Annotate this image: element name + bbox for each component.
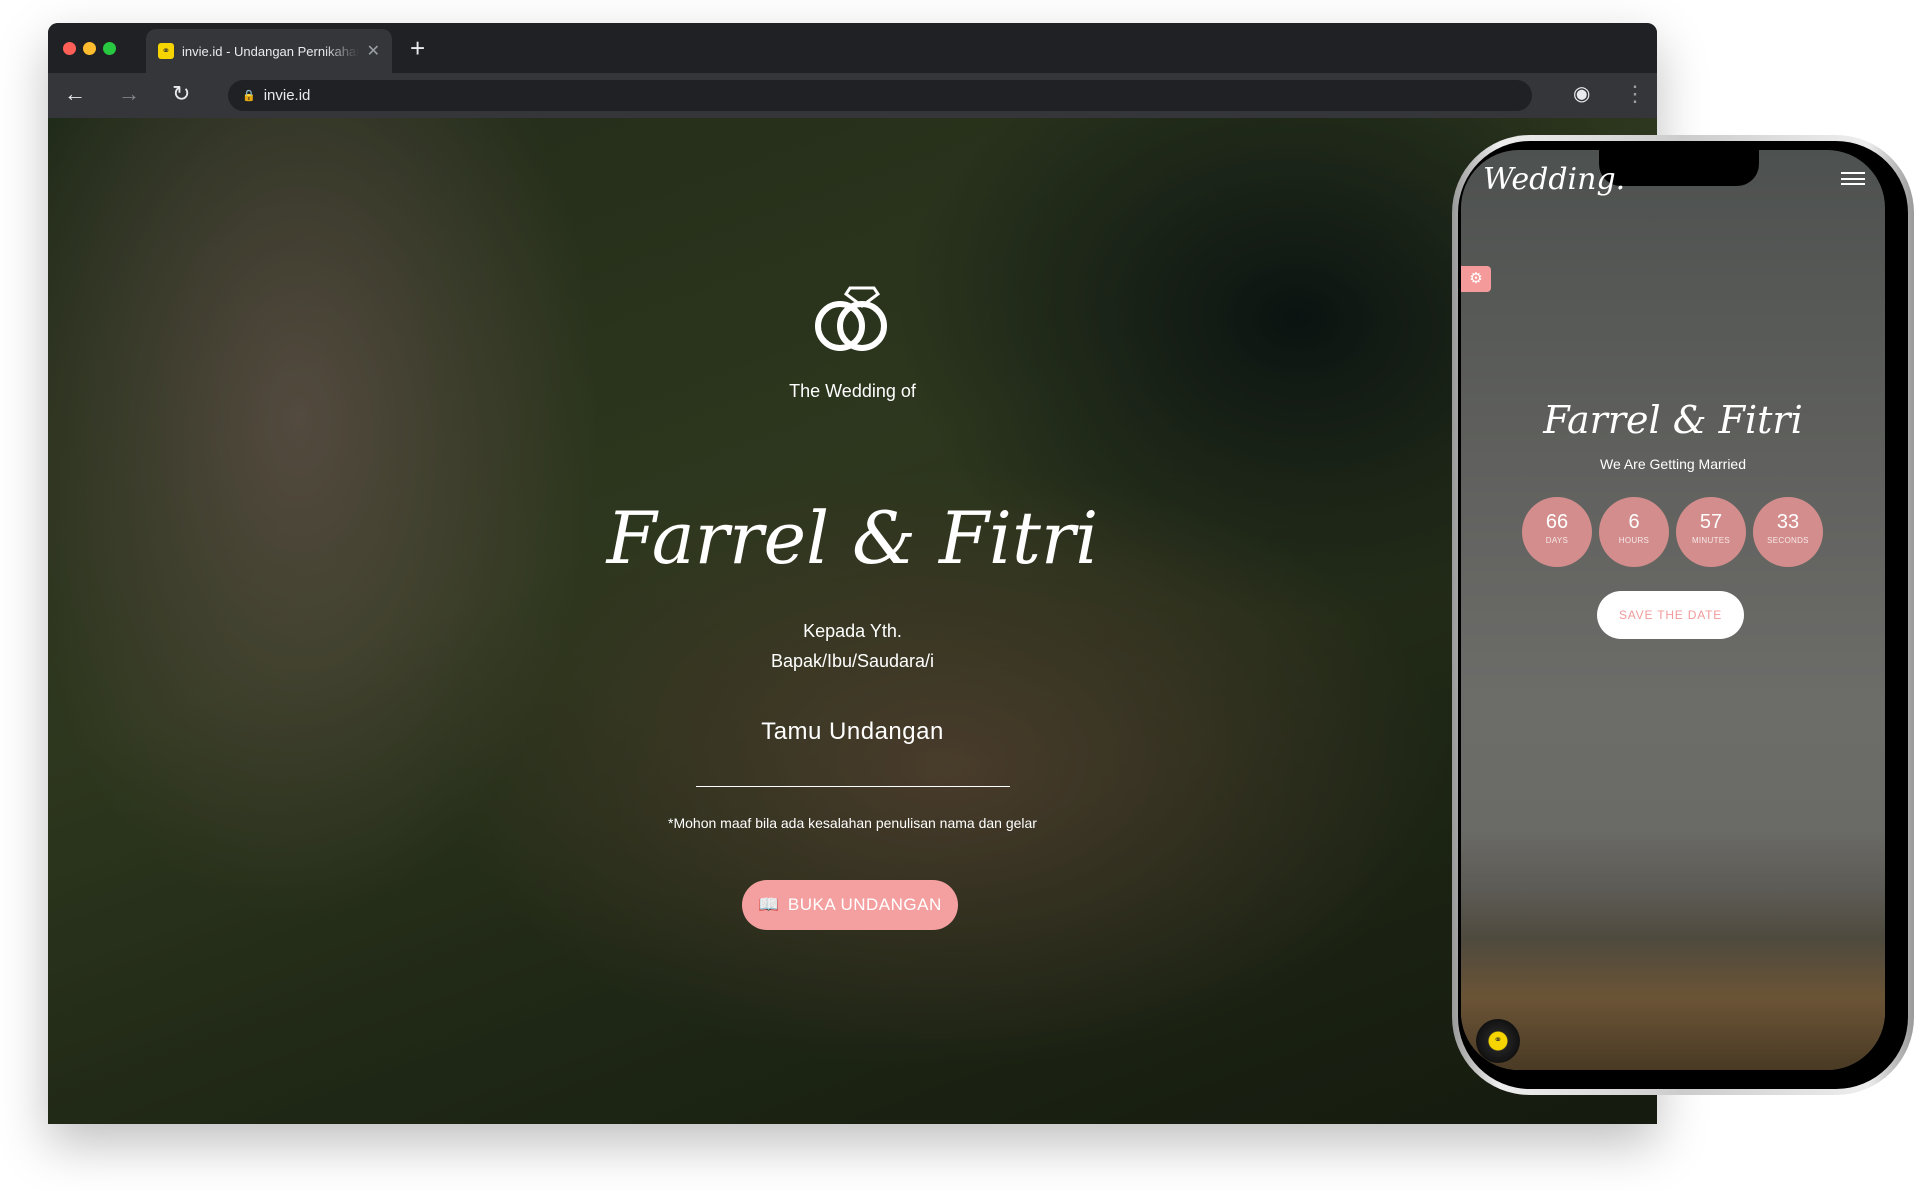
browser-tab[interactable]: ⚭ invie.id - Undangan Pernikahan ✕: [146, 29, 392, 73]
menu-icon[interactable]: ⋮: [1624, 81, 1646, 107]
minimize-window-button[interactable]: [83, 42, 96, 55]
reload-icon[interactable]: ↻: [172, 81, 190, 107]
couple-photo: [1461, 830, 1885, 1070]
hamburger-menu-icon[interactable]: [1841, 172, 1865, 185]
countdown-minutes: 57 MINUTES: [1676, 497, 1746, 567]
open-invitation-button[interactable]: 📖 BUKA UNDANGAN: [742, 880, 958, 930]
countdown-days: 66 DAYS: [1522, 497, 1592, 567]
music-disc-button[interactable]: ⚭: [1476, 1019, 1520, 1063]
back-icon[interactable]: ←: [64, 81, 86, 107]
countdown-hours: 6 HOURS: [1599, 497, 1669, 567]
guest-name-underline: [696, 786, 1010, 787]
mobile-tagline: We Are Getting Married: [1599, 456, 1747, 472]
tab-title: invie.id - Undangan Pernikahan: [182, 43, 359, 59]
forward-icon[interactable]: →: [118, 81, 140, 107]
phone-mockup: Wedding. ⚙ Farrel & Fitri We Are Getting…: [1452, 135, 1914, 1095]
tab-strip: ⚭ invie.id - Undangan Pernikahan ✕ +: [48, 23, 1657, 73]
rings-icon: ⚭: [158, 43, 174, 59]
mobile-screen: Wedding. ⚙ Farrel & Fitri We Are Getting…: [1461, 150, 1885, 1070]
save-the-date-button[interactable]: SAVE THE DATE: [1597, 591, 1744, 639]
close-window-button[interactable]: [63, 42, 76, 55]
mobile-couple-names: Farrel & Fitri: [1543, 398, 1803, 442]
profile-icon[interactable]: ◉: [1573, 81, 1590, 106]
greeting-line1: Kepada Yth.: [803, 621, 902, 641]
countdown-seconds: 33 SECONDS: [1753, 497, 1823, 567]
lock-icon: 🔒: [242, 90, 256, 102]
new-tab-button[interactable]: +: [410, 33, 425, 64]
open-invitation-label: BUKA UNDANGAN: [787, 895, 942, 914]
name-disclaimer: *Mohon maaf bila ada kesalahan penulisan…: [668, 815, 1037, 831]
url-text: invie.id: [263, 87, 311, 104]
settings-gear-icon[interactable]: ⚙: [1461, 266, 1491, 292]
address-bar[interactable]: 🔒 invie.id: [228, 80, 1532, 111]
browser-window: ⚭ invie.id - Undangan Pernikahan ✕ + ← →…: [48, 23, 1657, 1124]
invitation-cover: The Wedding of Farrel & Fitri Kepada Yth…: [48, 118, 1657, 1124]
close-tab-icon[interactable]: ✕: [367, 41, 380, 61]
book-icon: 📖: [758, 895, 780, 914]
browser-toolbar: ← → ↻ 🔒 invie.id ◉ ⋮: [48, 73, 1657, 118]
guest-name: Tamu Undangan: [761, 718, 944, 745]
maximize-window-button[interactable]: [103, 42, 116, 55]
greeting-line2: Bapak/Ibu/Saudara/i: [770, 651, 935, 671]
wedding-rings-icon: [815, 286, 887, 351]
site-logo: Wedding.: [1483, 162, 1626, 197]
wedding-subtitle: The Wedding of: [789, 381, 916, 401]
couple-names: Farrel & Fitri: [606, 496, 1099, 580]
